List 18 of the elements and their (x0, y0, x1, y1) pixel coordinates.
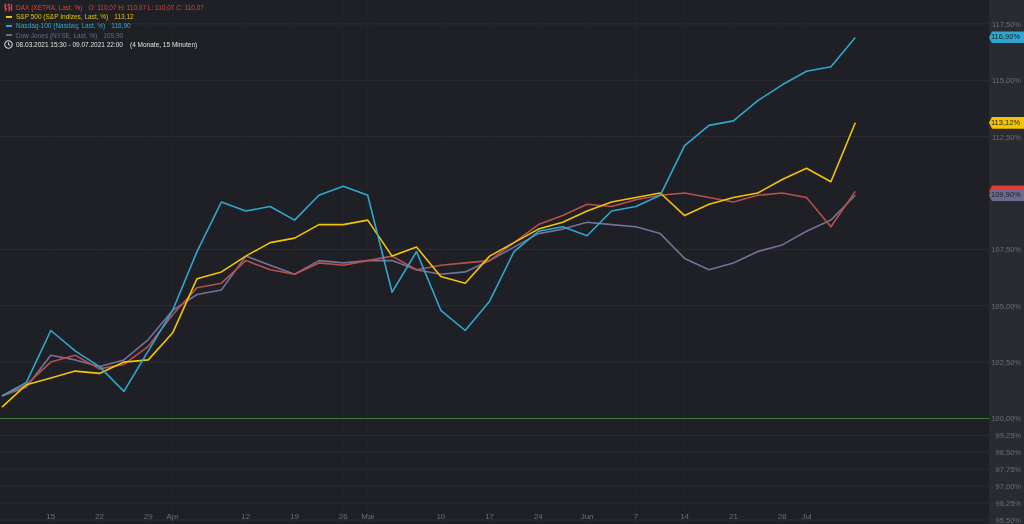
x-tick-label: Apr (166, 512, 179, 521)
x-tick-label: 21 (728, 512, 738, 521)
x-tick-label: 24 (533, 512, 543, 521)
clock-icon (4, 39, 13, 49)
x-tick-label: 26 (338, 512, 348, 521)
x-tick-label: 15 (46, 512, 56, 521)
x-tick-label: 12 (241, 512, 251, 521)
x-tick-label: 19 (290, 512, 299, 521)
x-tick-label: Jun (580, 512, 594, 521)
x-tick-label: 29 (143, 512, 153, 521)
x-tick-label: 17 (485, 512, 495, 521)
x-tick-label: Mai (361, 512, 375, 521)
x-tick-label: 14 (680, 512, 690, 521)
x-tick-label: 22 (95, 512, 104, 521)
x-tick-label: 28 (777, 512, 787, 521)
x-tick-label: 7 (633, 512, 639, 521)
x-tick-label: Jul (801, 512, 812, 521)
x-tick-label: 10 (436, 512, 446, 521)
